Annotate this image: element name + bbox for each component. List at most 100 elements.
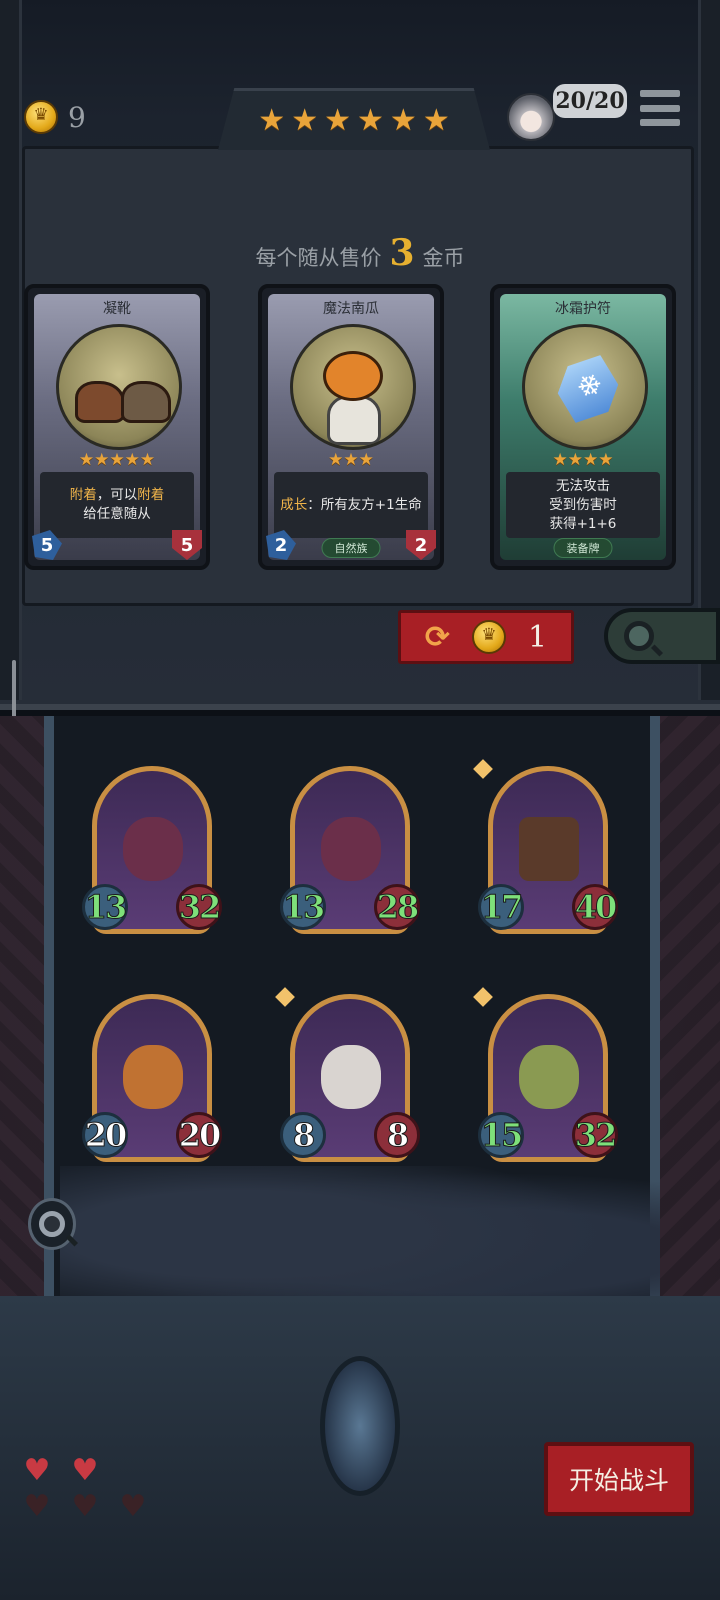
star-icon: ★ <box>328 450 344 470</box>
card-stars: ★★★★ <box>494 450 672 469</box>
price-suffix: 金币 <box>422 246 465 270</box>
refresh-shop-button[interactable]: ⟳ 1 <box>398 610 574 664</box>
unit-attack: 13 <box>82 884 128 930</box>
desc-text: 给任意随从 <box>83 506 151 522</box>
star-icon: ★ <box>109 450 125 470</box>
tribe-badge: 装备牌 <box>553 538 613 558</box>
star-icon: ★ <box>583 450 599 470</box>
star-icon: ★ <box>422 102 450 138</box>
board-unit[interactable]: 8 8 <box>275 987 420 1172</box>
menu-bar-icon <box>640 90 680 97</box>
unit-attack: 17 <box>478 884 524 930</box>
card-stars: ★★★ <box>262 450 440 469</box>
unit-health: 32 <box>176 884 222 930</box>
star-icon: ★ <box>567 450 583 470</box>
boots-art <box>56 324 182 450</box>
shop-card-magic-pumpkin[interactable]: 魔法南瓜 ★★★ 成长：所有友方+1生命 2 自然族 2 <box>258 284 444 570</box>
player-count-badge: 20/20 <box>553 84 627 118</box>
keyword: 成长 <box>280 496 308 513</box>
shop-panel: 9 ★ ★ ★ ★ ★ ★ 20/20 每个随从售价3金币 凝靴 ★★★★★ 附… <box>0 0 720 710</box>
shop-search-button[interactable] <box>604 608 720 664</box>
flower-witch-icon <box>321 817 381 881</box>
star-icon: ★ <box>78 450 95 470</box>
star-icon: ★ <box>358 450 374 470</box>
boot-icon <box>121 381 171 423</box>
board-search-button[interactable] <box>28 1198 76 1250</box>
pumpkin-monster-icon <box>123 1045 183 1109</box>
left-rail <box>0 0 22 700</box>
card-title: 冰霜护符 <box>555 301 611 317</box>
unit-attack: 15 <box>478 1112 524 1158</box>
jester-icon <box>321 1045 381 1109</box>
board-unit[interactable]: 13 32 <box>82 766 222 944</box>
unit-health: 32 <box>572 1112 618 1158</box>
ghost-body-icon <box>327 395 381 445</box>
heart-icon: ♥ <box>71 1453 99 1488</box>
card-title: 魔法南瓜 <box>323 301 379 317</box>
card-description: 成长：所有友方+1生命 <box>274 472 428 538</box>
board-unit[interactable]: 20 20 <box>82 994 222 1172</box>
player-avatar[interactable] <box>507 93 555 141</box>
desc-text: ：所有友方+1生命 <box>307 496 422 513</box>
unit-attack: 8 <box>280 1112 326 1158</box>
refresh-icon: ⟳ <box>424 619 451 655</box>
menu-bar-icon <box>640 119 680 126</box>
shop-card-boots[interactable]: 凝靴 ★★★★★ 附着，可以附着 给任意随从 5 5 <box>24 284 210 570</box>
price-value: 3 <box>389 232 415 274</box>
amulet-art: ❄ <box>522 324 648 450</box>
unit-health: 20 <box>176 1112 222 1158</box>
board-unit[interactable]: 17 40 <box>473 759 618 944</box>
keyword: 附着 <box>69 487 97 503</box>
magnifier-icon <box>624 621 654 651</box>
board-unit[interactable]: 13 28 <box>280 766 420 944</box>
coin-counter: 9 <box>24 100 86 134</box>
star-icon: ★ <box>552 450 568 470</box>
right-rail <box>698 0 720 700</box>
flower-witch-icon <box>123 817 183 881</box>
eye-gem-icon <box>320 1356 400 1496</box>
heart-empty-icon: ♥ <box>71 1489 99 1524</box>
desc-text: 获得+1+6 <box>549 515 617 532</box>
star-icon: ★ <box>258 102 286 138</box>
price-prefix: 每个随从售价 <box>255 246 382 270</box>
price-info: 每个随从售价 3 金币 <box>0 232 720 274</box>
magnifier-icon <box>39 1211 65 1237</box>
star-icon: ★ <box>94 450 110 470</box>
desc-text: 无法攻击 <box>556 477 610 494</box>
coin-count: 9 <box>68 100 86 134</box>
heart-empty-icon: ♥ <box>119 1489 147 1524</box>
start-battle-button[interactable]: 开始战斗 <box>544 1442 694 1516</box>
card-description: 无法攻击 受到伤害时 获得+1+6 <box>506 472 660 538</box>
tribe-badge: 自然族 <box>321 538 381 558</box>
unit-attack: 20 <box>82 1112 128 1158</box>
tavern-tier-stars: ★ ★ ★ ★ ★ ★ <box>218 88 490 150</box>
boot-icon <box>75 381 125 423</box>
star-icon: ★ <box>291 102 319 138</box>
unit-health: 8 <box>374 1112 420 1158</box>
star-icon: ★ <box>389 102 417 138</box>
refresh-cost: 1 <box>528 619 548 655</box>
heart-empty-icon: ♥ <box>23 1489 51 1524</box>
star-icon: ★ <box>343 450 359 470</box>
star-icon: ★ <box>598 450 614 470</box>
star-icon: ★ <box>324 102 351 138</box>
swamp-witch-icon <box>519 1045 579 1109</box>
shop-card-frost-amulet[interactable]: 冰霜护符 ❄ ★★★★ 无法攻击 受到伤害时 获得+1+6 装备牌 <box>490 284 676 570</box>
unit-attack: 13 <box>280 884 326 930</box>
star-icon: ★ <box>124 450 140 470</box>
card-stars: ★★★★★ <box>28 450 206 469</box>
tree-golem-icon <box>519 817 579 881</box>
card-title: 凝靴 <box>103 301 131 317</box>
keyword: 附着 <box>137 487 165 503</box>
desc-text: 受到伤害时 <box>549 496 617 513</box>
heart-icon: ♥ <box>23 1453 51 1488</box>
menu-bar-icon <box>640 104 680 112</box>
menu-button[interactable] <box>640 90 680 126</box>
unit-health: 40 <box>572 884 618 930</box>
desc-text: ，可以 <box>96 487 138 503</box>
coin-icon <box>472 620 507 654</box>
unit-health: 28 <box>374 884 420 930</box>
star-icon: ★ <box>357 102 384 138</box>
board-unit[interactable]: 15 32 <box>473 987 618 1172</box>
pumpkin-art <box>290 324 416 450</box>
